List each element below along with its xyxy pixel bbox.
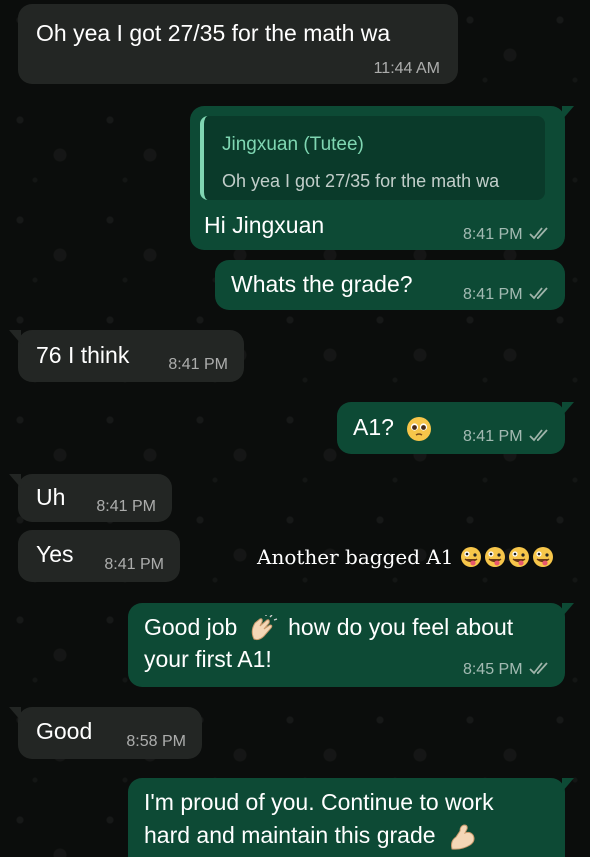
message-incoming[interactable]: Uh 8:41 PM — [9, 474, 172, 522]
message-time: 8:41 PM — [96, 498, 156, 515]
message-outgoing-reply[interactable]: Jingxuan (Tutee) Oh yea I got 27/35 for … — [190, 106, 574, 250]
quoted-text: Oh yea I got 27/35 for the math wa — [222, 171, 500, 191]
message-text: 76 I think — [36, 342, 130, 368]
message-text-line-2: your first A1! — [144, 646, 272, 672]
message-text: Yes — [36, 541, 74, 567]
message-incoming[interactable]: Oh yea I got 27/35 for the math wa 11:44… — [18, 4, 458, 84]
zany-face-emoji-icon — [484, 547, 505, 567]
pleading-face-emoji-icon — [407, 416, 432, 441]
quoted-sender-name: Jingxuan (Tutee) — [222, 134, 364, 155]
message-outgoing[interactable]: I'm proud of you. Continue to work hard … — [128, 778, 574, 857]
message-text-line-1: I'm proud of you. Continue to work — [144, 789, 494, 815]
flexed-biceps-emoji-icon — [450, 824, 475, 850]
message-outgoing[interactable]: Whats the grade? 8:41 PM — [215, 260, 565, 310]
message-time: 8:45 PM — [463, 661, 551, 679]
message-time: 8:41 PM — [463, 286, 551, 304]
caption-text: Another bagged A1 — [257, 545, 454, 569]
message-outgoing[interactable]: Good job how do you feel about your firs… — [128, 603, 574, 687]
message-text: Good — [36, 718, 93, 744]
message-text: Whats the grade? — [231, 271, 413, 297]
read-double-check-icon — [529, 662, 548, 675]
message-text-line-1: Good job how do you feel about — [144, 611, 513, 643]
quoted-message[interactable]: Jingxuan (Tutee) Oh yea I got 27/35 for … — [200, 116, 545, 200]
message-time: 8:41 PM — [104, 556, 164, 573]
message-text: Hi Jingxuan — [204, 212, 325, 238]
message-text: Uh — [36, 484, 66, 510]
message-time: 8:41 PM — [463, 226, 551, 244]
message-incoming[interactable]: 76 I think 8:41 PM — [9, 330, 244, 382]
read-double-check-icon — [529, 287, 548, 300]
zany-face-emoji-icon — [508, 547, 529, 567]
overlay-caption: Another bagged A1 — [257, 545, 554, 569]
message-time: 8:58 PM — [126, 733, 186, 750]
zany-face-emoji-icon — [532, 547, 553, 567]
message-time: 8:41 PM — [168, 356, 228, 373]
message-outgoing[interactable]: A1? 8:41 PM — [337, 402, 574, 454]
message-text: A1? — [353, 411, 432, 443]
zany-face-emoji-group — [460, 546, 554, 568]
message-time: 11:44 AM — [373, 60, 440, 77]
message-time: 8:41 PM — [463, 428, 551, 446]
read-double-check-icon — [529, 227, 548, 240]
message-incoming[interactable]: Good 8:58 PM — [9, 707, 202, 759]
message-text-line-2: hard and maintain this grade — [144, 819, 478, 851]
message-incoming[interactable]: Yes 8:41 PM — [18, 530, 180, 582]
clapping-hands-emoji-icon — [251, 614, 277, 640]
zany-face-emoji-icon — [460, 547, 481, 567]
message-text: Oh yea I got 27/35 for the math wa — [36, 20, 391, 46]
read-double-check-icon — [529, 429, 548, 442]
